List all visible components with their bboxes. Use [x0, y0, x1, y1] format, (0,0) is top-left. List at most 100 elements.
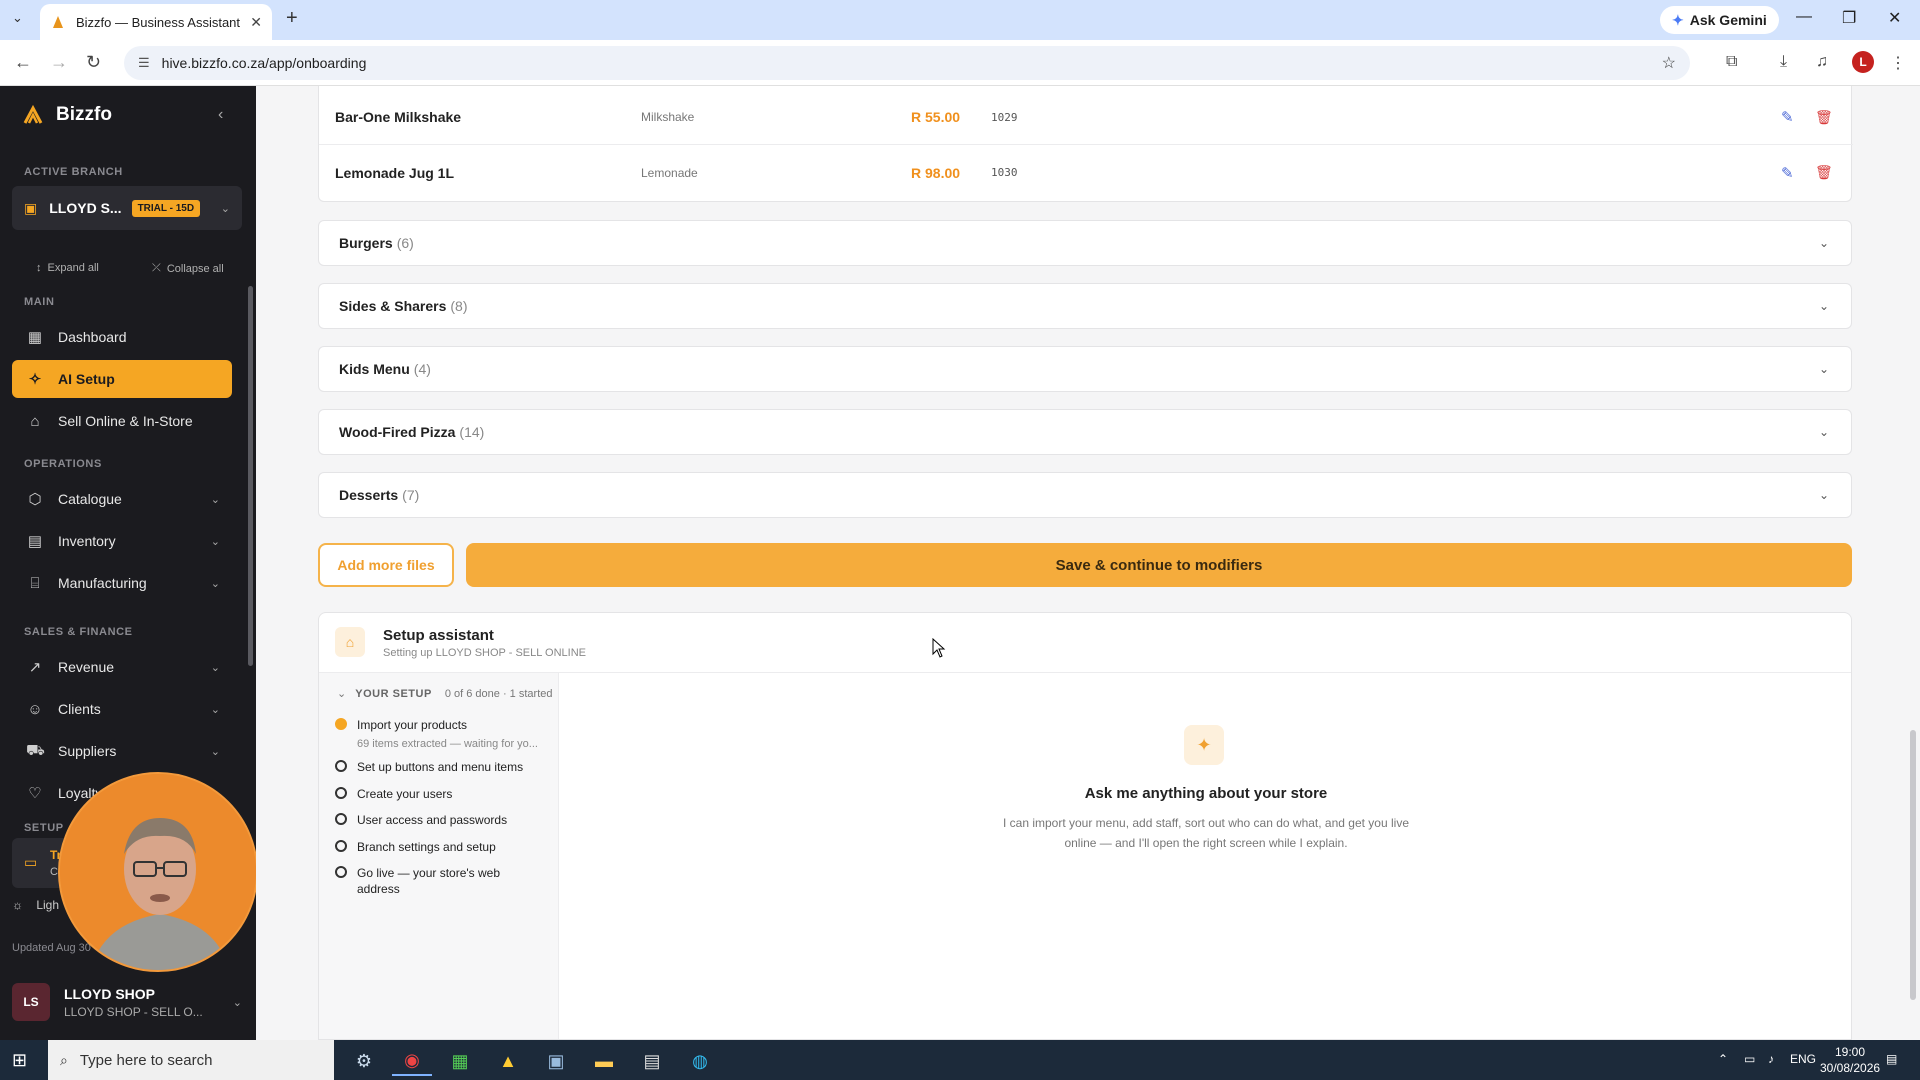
category-accordion-pizza[interactable]: Wood-Fired Pizza (14) ⌄	[318, 409, 1852, 455]
sidebar-item-ai-setup[interactable]: ✧ AI Setup	[12, 360, 232, 398]
sidebar-scrollbar[interactable]	[248, 286, 253, 666]
setup-step-users[interactable]: Create your users	[335, 786, 547, 802]
trial-badge: TRIAL - 15D	[131, 199, 201, 217]
mouse-cursor-icon	[932, 638, 946, 658]
forward-icon[interactable]: →	[50, 52, 68, 73]
url-field[interactable]: ☰ hive.bizzfo.co.za/app/onboarding ☆	[124, 46, 1690, 80]
profile-avatar[interactable]: L	[1852, 51, 1874, 73]
chevron-down-icon: ⌄	[1818, 488, 1829, 502]
sidebar-item-manufacturing[interactable]: ⌸ Manufacturing ⌄	[12, 564, 232, 602]
delete-trash-icon[interactable]: 🗑	[1815, 109, 1833, 126]
restore-icon[interactable]: ❐	[1842, 8, 1856, 28]
sidebar-item-sell-online[interactable]: ⌂ Sell Online & In-Store	[12, 402, 232, 440]
sidebar-item-revenue[interactable]: ↗ Revenue ⌄	[12, 648, 232, 686]
download-icon[interactable]: ⤓	[1780, 53, 1787, 71]
delete-trash-icon[interactable]: 🗑	[1815, 164, 1833, 181]
extensions-icon[interactable]: ⧉	[1726, 53, 1737, 71]
collapse-all-button[interactable]: ⤫ Collapse all	[152, 262, 224, 275]
edit-pencil-icon[interactable]: ✎	[1781, 108, 1794, 126]
chevron-down-icon: ⌄	[210, 661, 220, 674]
app-icon[interactable]: ▣	[536, 1046, 576, 1076]
save-continue-button[interactable]: Save & continue to modifiers	[466, 543, 1852, 587]
light-mode-toggle[interactable]: ☼ Ligh	[12, 898, 59, 912]
ask-gemini-button[interactable]: ✦ Ask Gemini	[1660, 6, 1779, 34]
close-window-icon[interactable]: ✕	[1888, 8, 1901, 28]
notifications-icon[interactable]: ▤	[1886, 1052, 1897, 1066]
sparkle-icon: ✧	[28, 371, 42, 388]
trend-icon: ↗	[28, 659, 42, 676]
collapse-icon: ⤫	[152, 262, 161, 274]
edit-pencil-icon[interactable]: ✎	[1781, 164, 1794, 182]
menu-dots-icon[interactable]: ⋮	[1890, 53, 1906, 73]
category-accordion-kids[interactable]: Kids Menu (4) ⌄	[318, 346, 1852, 392]
edge-icon[interactable]: ◍	[680, 1046, 720, 1076]
network-icon[interactable]: ▭	[1744, 1052, 1755, 1066]
windows-start-icon[interactable]: ⊞	[12, 1050, 27, 1071]
category-accordion-burgers[interactable]: Burgers (6) ⌄	[318, 220, 1852, 266]
setup-step-go-live[interactable]: Go live — your store's web address	[335, 865, 517, 897]
sidebar-item-clients[interactable]: ☺ Clients ⌄	[12, 690, 232, 728]
category-accordion-desserts[interactable]: Desserts (7) ⌄	[318, 472, 1852, 518]
chevron-down-icon: ⌄	[210, 577, 220, 590]
sidebar-item-catalogue[interactable]: ⬡ Catalogue ⌄	[12, 480, 232, 518]
brand[interactable]: Bizzfo	[22, 104, 112, 126]
user-name: LLOYD SHOP	[64, 985, 156, 1002]
taskbar-search-input[interactable]: ⌕ Type here to search	[48, 1040, 334, 1080]
category-name: Sides & Sharers	[339, 298, 447, 314]
media-icon[interactable]: ♫	[1816, 53, 1828, 71]
expand-all-label: Expand all	[47, 262, 99, 274]
chevron-down-icon: ⌄	[232, 996, 242, 1009]
assistant-header: ⌂ Setup assistant Setting up LLOYD SHOP …	[319, 613, 1851, 673]
collapse-sidebar-icon[interactable]: ‹	[218, 106, 223, 124]
site-info-icon[interactable]: ☰	[138, 55, 150, 71]
setup-step-access[interactable]: User access and passwords	[335, 812, 547, 828]
browser-tab[interactable]: Bizzfo — Business Assistant ✕	[40, 4, 272, 40]
tab-search-icon[interactable]: ⌄	[12, 10, 23, 26]
step-status-icon	[335, 760, 347, 772]
address-bar: ← → ↻ ☰ hive.bizzfo.co.za/app/onboarding…	[0, 40, 1920, 86]
bookmark-star-icon[interactable]: ☆	[1662, 53, 1676, 73]
tray-chevron-icon[interactable]: ⌃	[1718, 1052, 1728, 1066]
your-setup-header[interactable]: ⌄ YOUR SETUP 0 of 6 done · 1 started	[337, 687, 553, 700]
app-icon[interactable]: ▤	[632, 1046, 672, 1076]
bizzfo-favicon-icon	[53, 16, 63, 28]
section-main-label: MAIN	[24, 296, 55, 308]
sidebar-item-suppliers[interactable]: ⛟ Suppliers ⌄	[12, 732, 232, 770]
sidebar-item-dashboard[interactable]: ▦ Dashboard	[12, 318, 232, 356]
add-more-files-button[interactable]: Add more files	[318, 543, 454, 587]
spreadsheet-icon[interactable]: ▦	[440, 1046, 480, 1076]
clock[interactable]: 19:00 30/08/2026	[1820, 1044, 1880, 1076]
assistant-title: Setup assistant	[383, 627, 494, 644]
drive-icon[interactable]: ▲	[488, 1046, 528, 1076]
volume-icon[interactable]: ♪	[1768, 1052, 1774, 1066]
reload-icon[interactable]: ↻	[86, 52, 101, 73]
close-tab-icon[interactable]: ✕	[250, 14, 262, 31]
app-icon[interactable]: ⚙	[344, 1046, 384, 1076]
chevron-down-icon: ⌄	[1818, 362, 1829, 376]
tab-title: Bizzfo — Business Assistant	[76, 14, 241, 30]
user-menu[interactable]: LS LLOYD SHOP LLOYD SHOP - SELL O... ⌄	[12, 974, 242, 1030]
sidebar-item-inventory[interactable]: ▤ Inventory ⌄	[12, 522, 232, 560]
table-row[interactable]: Lemonade Jug 1L Lemonade R 98.00 1030 ✎ …	[319, 145, 1853, 200]
file-explorer-icon[interactable]: ▬	[584, 1046, 624, 1076]
branch-selector[interactable]: ▣ LLOYD S... TRIAL - 15D ⌄	[12, 186, 242, 230]
language-indicator[interactable]: ENG	[1790, 1052, 1816, 1066]
sidebar-item-label: Catalogue	[58, 491, 122, 507]
step-status-icon	[335, 866, 347, 878]
back-icon[interactable]: ←	[14, 52, 32, 73]
category-accordion-sides[interactable]: Sides & Sharers (8) ⌄	[318, 283, 1852, 329]
new-tab-button[interactable]: +	[286, 7, 298, 30]
setup-step-branch[interactable]: Branch settings and setup	[335, 839, 547, 855]
expand-all-button[interactable]: ↕ Expand all	[36, 262, 99, 274]
setup-step-import[interactable]: Import your products 69 items extracted …	[335, 717, 547, 752]
your-setup-label: YOUR SETUP	[355, 688, 432, 700]
product-code: 1029	[991, 110, 1018, 124]
light-label: Ligh	[36, 898, 60, 912]
main-scrollbar[interactable]	[1910, 730, 1916, 1000]
chrome-icon[interactable]: ◉	[392, 1046, 432, 1076]
setup-step-buttons[interactable]: Set up buttons and menu items	[335, 759, 547, 775]
minimize-icon[interactable]: —	[1796, 8, 1812, 26]
collapse-all-label: Collapse all	[166, 262, 224, 275]
table-row[interactable]: Bar-One Milkshake Milkshake R 55.00 1029…	[319, 90, 1853, 145]
category-count: (7)	[402, 487, 420, 503]
